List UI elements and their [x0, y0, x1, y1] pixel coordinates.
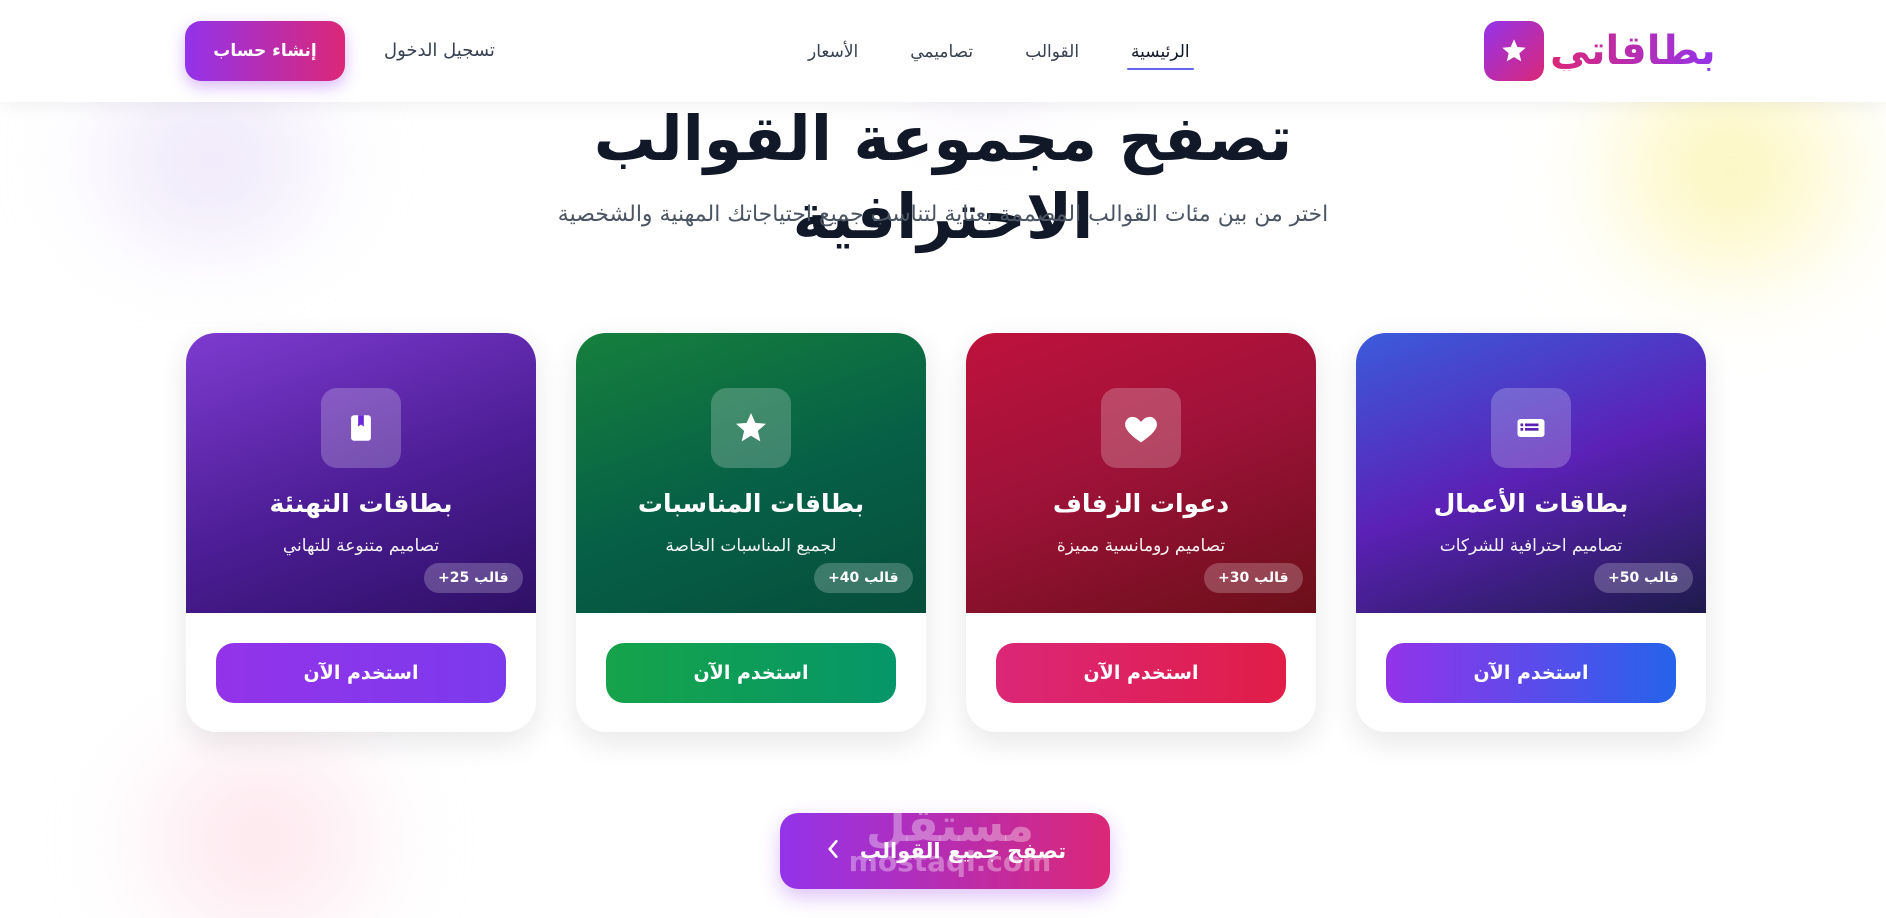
star-icon	[1484, 21, 1544, 81]
card-title: بطاقات الأعمال	[1433, 489, 1629, 518]
card-title: بطاقات التهنئة	[269, 489, 453, 518]
nav-item-my-designs[interactable]: تصاميمي	[910, 42, 973, 68]
signup-button[interactable]: إنشاء حساب	[185, 21, 345, 81]
use-now-button[interactable]: استخدم الآن	[216, 643, 506, 703]
template-count-badge: +50 قالب	[1594, 563, 1693, 593]
login-link[interactable]: تسجيل الدخول	[384, 40, 495, 61]
use-now-button[interactable]: استخدم الآن	[996, 643, 1286, 703]
template-card-greetings[interactable]: بطاقات التهنئة تصاميم متنوعة للتهاني +25…	[186, 333, 536, 732]
browse-all-label: تصفح جميع القوالب	[859, 839, 1067, 863]
nav-item-templates[interactable]: القوالب	[1025, 42, 1079, 68]
template-card-business[interactable]: بطاقات الأعمال تصاميم احترافية للشركات +…	[1356, 333, 1706, 732]
card-header: بطاقات الأعمال تصاميم احترافية للشركات +…	[1356, 333, 1706, 613]
card-description: تصاميم احترافية للشركات	[1439, 536, 1623, 556]
chevron-left-icon	[824, 838, 842, 865]
book-icon	[321, 388, 401, 468]
card-header: بطاقات التهنئة تصاميم متنوعة للتهاني +25…	[186, 333, 536, 613]
use-now-button[interactable]: استخدم الآن	[1386, 643, 1676, 703]
use-now-button[interactable]: استخدم الآن	[606, 643, 896, 703]
brand-logo[interactable]: بطاقاتي	[1484, 20, 1716, 82]
card-description: لجميع المناسبات الخاصة	[665, 536, 837, 556]
template-count-badge: +25 قالب	[424, 563, 523, 593]
template-count-badge: +40 قالب	[814, 563, 913, 593]
card-header: دعوات الزفاف تصاميم رومانسية مميزة +30 ق…	[966, 333, 1316, 613]
template-card-occasions[interactable]: بطاقات المناسبات لجميع المناسبات الخاصة …	[576, 333, 926, 732]
nav-item-pricing[interactable]: الأسعار	[808, 42, 858, 68]
card-title: بطاقات المناسبات	[637, 489, 865, 518]
page-subtitle: اختر من بين مئات القوالب المصممة بعناية …	[557, 202, 1329, 227]
brand-name: بطاقاتي	[1550, 28, 1716, 74]
nav-item-home[interactable]: الرئيسية	[1127, 42, 1194, 70]
site-header: بطاقاتي الرئيسية القوالب تصاميمي الأسعار…	[0, 0, 1886, 102]
browse-all-templates-button[interactable]: تصفح جميع القوالب	[780, 813, 1110, 889]
decorative-blob-pink	[80, 730, 440, 918]
template-card-wedding[interactable]: دعوات الزفاف تصاميم رومانسية مميزة +30 ق…	[966, 333, 1316, 732]
star-icon	[711, 388, 791, 468]
card-header: بطاقات المناسبات لجميع المناسبات الخاصة …	[576, 333, 926, 613]
card-description: تصاميم متنوعة للتهاني	[282, 536, 440, 556]
main-nav: الرئيسية القوالب تصاميمي الأسعار	[808, 40, 1194, 70]
card-description: تصاميم رومانسية مميزة	[1056, 536, 1226, 556]
id-card-icon	[1491, 388, 1571, 468]
card-title: دعوات الزفاف	[1052, 489, 1230, 518]
template-count-badge: +30 قالب	[1204, 563, 1303, 593]
heart-icon	[1101, 388, 1181, 468]
page-title: تصفح مجموعة القوالب الاحترافية	[593, 102, 1293, 253]
